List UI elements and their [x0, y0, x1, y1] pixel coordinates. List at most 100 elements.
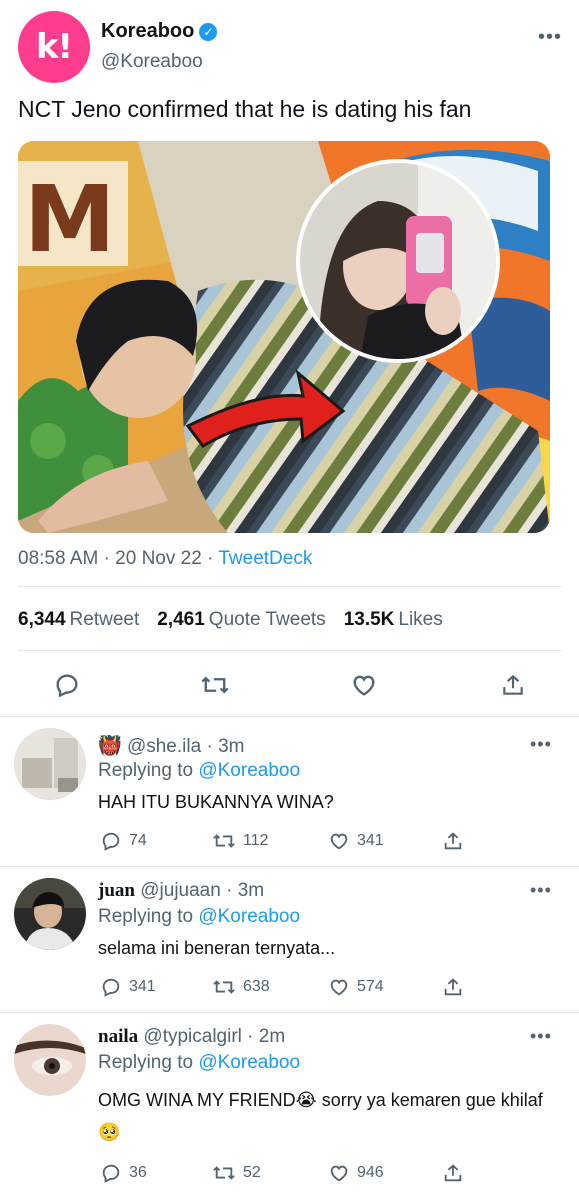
- retweet-button[interactable]: 638: [212, 976, 270, 998]
- quote-count: 2,461: [157, 609, 205, 630]
- avatar[interactable]: [14, 878, 86, 950]
- share-button[interactable]: [442, 1162, 464, 1184]
- replying-to: Replying to @Koreaboo: [98, 1052, 300, 1074]
- like-icon: [330, 979, 348, 996]
- tweet-meta: 08:58 AM · 20 Nov 22 · TweetDeck: [18, 548, 312, 570]
- meta-separator: ·: [103, 548, 116, 569]
- like-icon[interactable]: [347, 668, 381, 702]
- share-icon: [444, 978, 462, 996]
- retweet-count: 112: [243, 832, 269, 849]
- replying-to-handle[interactable]: @Koreaboo: [198, 1052, 300, 1073]
- tweet-source[interactable]: TweetDeck: [218, 548, 312, 569]
- author-handle[interactable]: @Koreaboo: [101, 51, 203, 73]
- like-icon: [330, 1165, 348, 1182]
- reply-separator: ·: [206, 736, 213, 757]
- retweet-icon: [213, 1166, 235, 1180]
- koreaboo-avatar[interactable]: k!: [18, 11, 90, 83]
- retweet-stat[interactable]: 6,344 Retweet: [18, 609, 139, 631]
- likes-stat[interactable]: 13.5K Likes: [344, 609, 443, 631]
- tweet-time[interactable]: 08:58 AM: [18, 548, 98, 569]
- reply-name[interactable]: juan: [98, 880, 135, 901]
- reply-separator: ·: [226, 880, 233, 901]
- retweet-label: Retweet: [69, 609, 140, 630]
- replying-to: Replying to @Koreaboo: [98, 906, 300, 928]
- retweet-button[interactable]: 52: [212, 1162, 261, 1184]
- reply-button[interactable]: 74: [100, 830, 147, 852]
- media-illustration: M: [18, 141, 550, 533]
- replying-label: Replying to: [98, 760, 194, 781]
- reply-icon: [102, 1164, 120, 1183]
- likes-label: Likes: [398, 609, 443, 630]
- reply-time[interactable]: 2m: [259, 1026, 285, 1047]
- author-display-name[interactable]: Koreaboo: [101, 20, 194, 43]
- media-sign-letter: M: [24, 166, 116, 273]
- reply-separator: ·: [247, 1026, 254, 1047]
- retweet-count: 52: [243, 1164, 261, 1181]
- reply-text: selama ini beneran ternyata...: [98, 938, 336, 958]
- divider: [18, 650, 561, 651]
- replying-to-handle[interactable]: @Koreaboo: [198, 906, 300, 927]
- reply-header: juan @jujuaan · 3m: [98, 880, 264, 902]
- avatar-image: [14, 878, 86, 950]
- tweet-date[interactable]: 20 Nov 22: [115, 548, 202, 569]
- reply-time[interactable]: 3m: [218, 736, 244, 757]
- reply-item[interactable]: naila @typicalgirl · 2m Replying to @Kor…: [0, 1012, 579, 1200]
- like-count: 946: [357, 1164, 384, 1181]
- share-button[interactable]: [442, 830, 464, 852]
- more-icon[interactable]: •••: [538, 26, 562, 49]
- quote-stat[interactable]: 2,461 Quote Tweets: [157, 609, 325, 631]
- avatar[interactable]: [14, 728, 86, 800]
- reply-name[interactable]: naila: [98, 1026, 138, 1047]
- likes-count: 13.5K: [343, 609, 395, 630]
- reply-button[interactable]: 36: [100, 1162, 147, 1184]
- tweet-stats: 6,344 Retweet 2,461 Quote Tweets 13.5K Like…: [18, 609, 443, 631]
- author-name[interactable]: Koreaboo ✓: [101, 20, 218, 43]
- share-icon: [444, 832, 462, 850]
- avatar-image: [14, 1024, 86, 1096]
- share-icon[interactable]: [496, 668, 530, 702]
- tweet-media-image[interactable]: M: [18, 141, 550, 533]
- tweet-actions: [0, 668, 579, 702]
- reply-text: OMG WINA MY FRIEND😭 sorry ya kemaren gue…: [98, 1090, 543, 1142]
- reply-actions: 36 52 946: [98, 1162, 478, 1188]
- replying-label: Replying to: [98, 906, 194, 927]
- more-icon[interactable]: •••: [530, 734, 552, 755]
- retweet-icon: [213, 834, 235, 848]
- retweet-icon[interactable]: [198, 668, 232, 702]
- reply-emoji: 👹: [98, 736, 122, 757]
- reply-time[interactable]: 3m: [238, 880, 264, 901]
- like-count: 574: [357, 978, 384, 995]
- reply-count: 74: [129, 832, 147, 849]
- reply-handle[interactable]: @typicalgirl: [143, 1026, 241, 1047]
- share-button[interactable]: [442, 976, 464, 998]
- quote-label: Quote Tweets: [208, 609, 326, 630]
- reply-icon: [102, 978, 120, 997]
- like-icon: [330, 833, 348, 850]
- retweet-count: 638: [243, 978, 270, 995]
- more-icon[interactable]: •••: [530, 1026, 552, 1047]
- retweet-icon: [213, 980, 235, 994]
- retweet-count: 6,344: [18, 609, 66, 630]
- verified-badge-icon: ✓: [199, 22, 218, 41]
- more-icon[interactable]: •••: [530, 880, 552, 901]
- reply-count: 341: [129, 978, 156, 995]
- like-button[interactable]: 574: [328, 976, 384, 998]
- reply-handle[interactable]: @jujuaan: [140, 880, 221, 901]
- koreaboo-logo-text: k!: [35, 27, 73, 67]
- retweet-button[interactable]: 112: [212, 830, 269, 852]
- reply-item[interactable]: 👹 @she.ila · 3m Replying to @Koreaboo HA…: [0, 716, 579, 866]
- reply-item[interactable]: juan @jujuaan · 3m Replying to @Koreaboo…: [0, 866, 579, 1012]
- like-count: 341: [357, 832, 384, 849]
- avatar[interactable]: [14, 1024, 86, 1096]
- reply-handle[interactable]: @she.ila: [127, 736, 201, 757]
- avatar-image: [14, 728, 86, 800]
- like-button[interactable]: 946: [328, 1162, 384, 1184]
- reply-icon[interactable]: [50, 668, 84, 702]
- replying-label: Replying to: [98, 1052, 194, 1073]
- share-icon: [444, 1164, 462, 1182]
- reply-actions: 74 112 341: [98, 830, 478, 856]
- replying-to-handle[interactable]: @Koreaboo: [198, 760, 300, 781]
- reply-button[interactable]: 341: [100, 976, 156, 998]
- like-button[interactable]: 341: [328, 830, 384, 852]
- reply-header: naila @typicalgirl · 2m: [98, 1026, 285, 1048]
